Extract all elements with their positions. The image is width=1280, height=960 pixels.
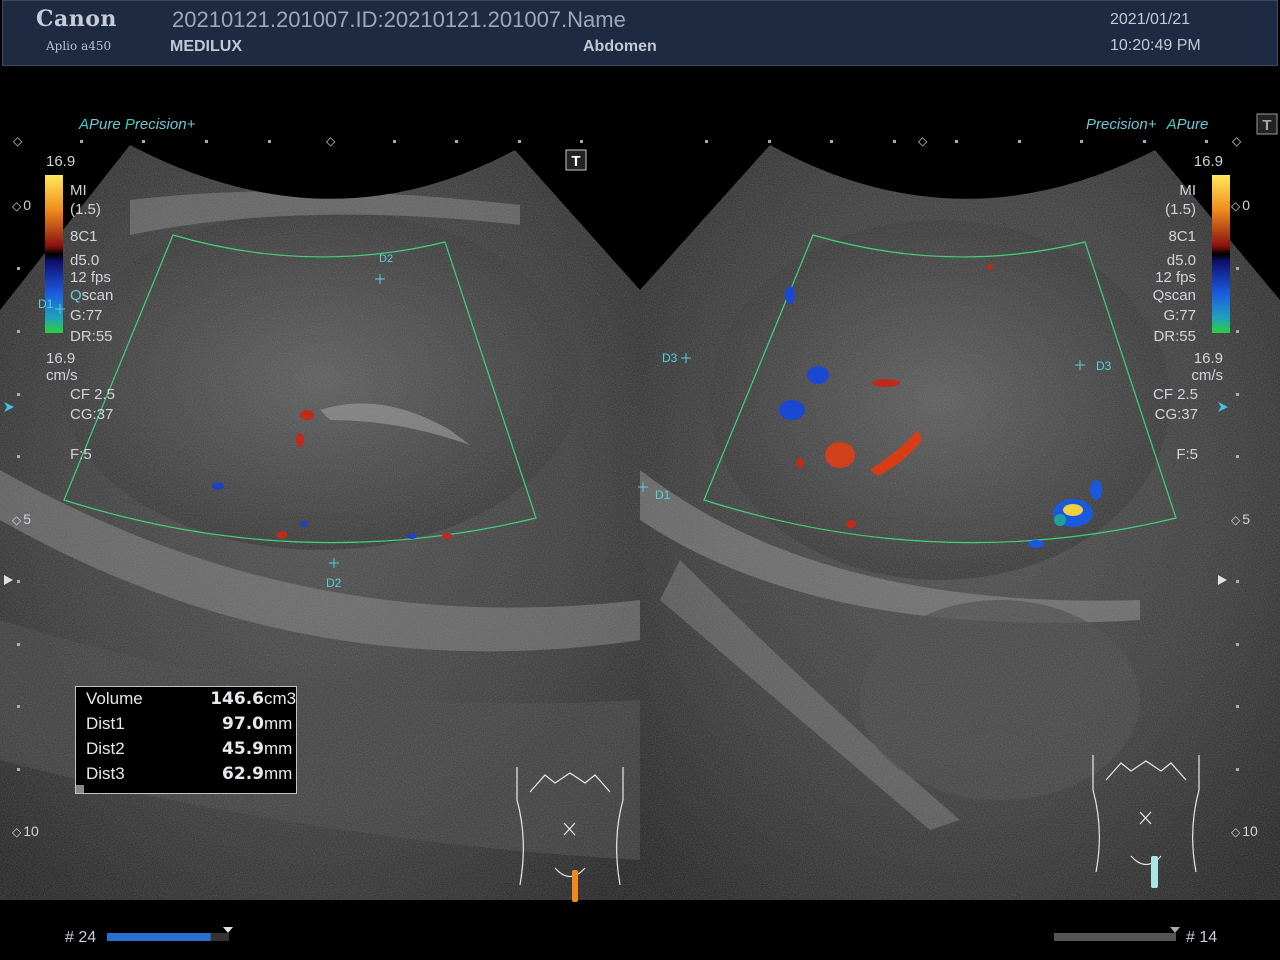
- left-velocity: 16.9: [46, 350, 76, 367]
- scale-dot: [1205, 140, 1208, 143]
- left-scale-top: 16.9: [46, 153, 76, 170]
- scale-dot: [17, 643, 20, 646]
- left-frame-number: # 24: [65, 929, 97, 946]
- left-fps: 12 fps: [70, 269, 111, 286]
- scale-dot: [1080, 140, 1083, 143]
- scale-dot: [17, 580, 20, 583]
- scale-dot: [17, 455, 20, 458]
- scale-dot: [580, 140, 583, 143]
- left-focus: F:5: [70, 446, 92, 463]
- scale-dot: [1018, 140, 1021, 143]
- ultrasound-images: T T: [0, 113, 1280, 941]
- caliper-label-d2-top: D2: [379, 253, 394, 265]
- caliper-label-d1-right: D1: [655, 488, 671, 502]
- right-fps: 12 fps: [1155, 269, 1196, 286]
- scale-dot: [268, 140, 271, 143]
- left-depth-setting: d5.0: [70, 252, 100, 269]
- left-color-gain: CG:37: [70, 406, 114, 423]
- scale-dot: [205, 140, 208, 143]
- right-dynamic-range: DR:55: [1153, 328, 1196, 345]
- scale-dot: [17, 705, 20, 708]
- left-qscan: Qscan: [70, 287, 114, 304]
- scale-dot: [17, 267, 20, 270]
- right-depth-5: 5: [1231, 511, 1250, 527]
- left-mi-value: (1.5): [70, 201, 101, 218]
- right-depth-10: 10: [1231, 823, 1258, 839]
- right-focus: F:5: [1176, 446, 1198, 463]
- scale-dot: [17, 768, 20, 771]
- scale-dot: [1236, 580, 1239, 583]
- caliper-label-d3-right: D3: [1096, 359, 1112, 373]
- scale-dot: [893, 140, 896, 143]
- right-frame-pointer: [1170, 927, 1180, 933]
- scale-dot: [1236, 267, 1239, 270]
- scale-dot: [1236, 393, 1239, 396]
- scale-dot: [518, 140, 521, 143]
- measurement-row-dist3: Dist3 62.9 mm: [86, 764, 293, 784]
- caliper-label-d1-left: D1: [38, 297, 54, 311]
- right-color-frequency: CF 2.5: [1152, 386, 1198, 403]
- scale-dot: [830, 140, 833, 143]
- right-velocity-unit: cm/s: [1191, 367, 1223, 384]
- scale-dot: [393, 140, 396, 143]
- right-scale-top: 16.9: [1193, 153, 1223, 170]
- right-qscan: Qscan: [1152, 287, 1196, 304]
- svg-text:T: T: [1262, 117, 1271, 134]
- scale-dot: [17, 393, 20, 396]
- left-frame-progress-bar: [107, 933, 211, 941]
- scale-diamond-marker: [918, 132, 929, 148]
- left-probe-name: 8C1: [70, 228, 98, 245]
- scale-dot: [17, 330, 20, 333]
- scale-dot: [1236, 455, 1239, 458]
- scale-dot: [768, 140, 771, 143]
- scale-dot: [455, 140, 458, 143]
- scale-dot: [1143, 140, 1146, 143]
- right-gain: G:77: [1163, 307, 1196, 324]
- measurement-row-volume: Volume 146.6 cm3: [86, 689, 297, 709]
- right-depth-setting: d5.0: [1166, 252, 1196, 269]
- caliper-label-d3-left: D3: [662, 351, 678, 365]
- left-color-frequency: CF 2.5: [70, 386, 116, 403]
- left-mode-label: APure Precision+: [79, 116, 196, 133]
- scale-diamond-marker: [1232, 132, 1243, 148]
- measurement-row-dist1: Dist1 97.0 mm: [86, 714, 293, 734]
- right-color-gain: CG:37: [1154, 406, 1198, 423]
- measurement-results-box: Volume 146.6 cm3 Dist1 97.0 mm Dist2 45.…: [75, 686, 297, 794]
- right-mode-label: Precision+ APure: [1086, 116, 1209, 133]
- scale-dot: [1236, 330, 1239, 333]
- left-depth-10: 10: [12, 823, 39, 839]
- scale-diamond-marker: [13, 132, 24, 148]
- left-gain: G:77: [70, 307, 103, 324]
- left-probe-marker: [572, 870, 578, 902]
- left-frame-pointer: [223, 927, 233, 933]
- right-frame-number: # 14: [1186, 929, 1218, 946]
- scale-dot: [705, 140, 708, 143]
- right-color-scale-bar: [1212, 175, 1230, 333]
- right-depth-0: 0: [1231, 197, 1250, 213]
- left-depth-0: 0: [12, 197, 31, 213]
- right-mi-label: MI: [1179, 182, 1196, 199]
- scale-dot: [955, 140, 958, 143]
- scale-dot: [142, 140, 145, 143]
- svg-text:T: T: [571, 153, 580, 170]
- left-mi-label: MI: [70, 182, 87, 199]
- left-dynamic-range: DR:55: [70, 328, 113, 345]
- right-mi-value: (1.5): [1165, 201, 1196, 218]
- scale-dot: [1236, 768, 1239, 771]
- right-probe-marker: [1151, 856, 1158, 888]
- right-velocity: 16.9: [1193, 350, 1223, 367]
- scale-dot: [80, 140, 83, 143]
- left-depth-5: 5: [12, 511, 31, 527]
- right-frame-progress-bar: [1054, 933, 1176, 941]
- scale-dot: [1236, 643, 1239, 646]
- scale-dot: [1236, 705, 1239, 708]
- measurement-row-dist2: Dist2 45.9 mm: [86, 739, 293, 759]
- caliper-label-d2-bottom: D2: [326, 576, 342, 590]
- left-velocity-unit: cm/s: [46, 367, 78, 384]
- right-probe-name: 8C1: [1168, 228, 1196, 245]
- measurement-box-handle[interactable]: [76, 785, 84, 793]
- scale-diamond-marker: [326, 132, 337, 148]
